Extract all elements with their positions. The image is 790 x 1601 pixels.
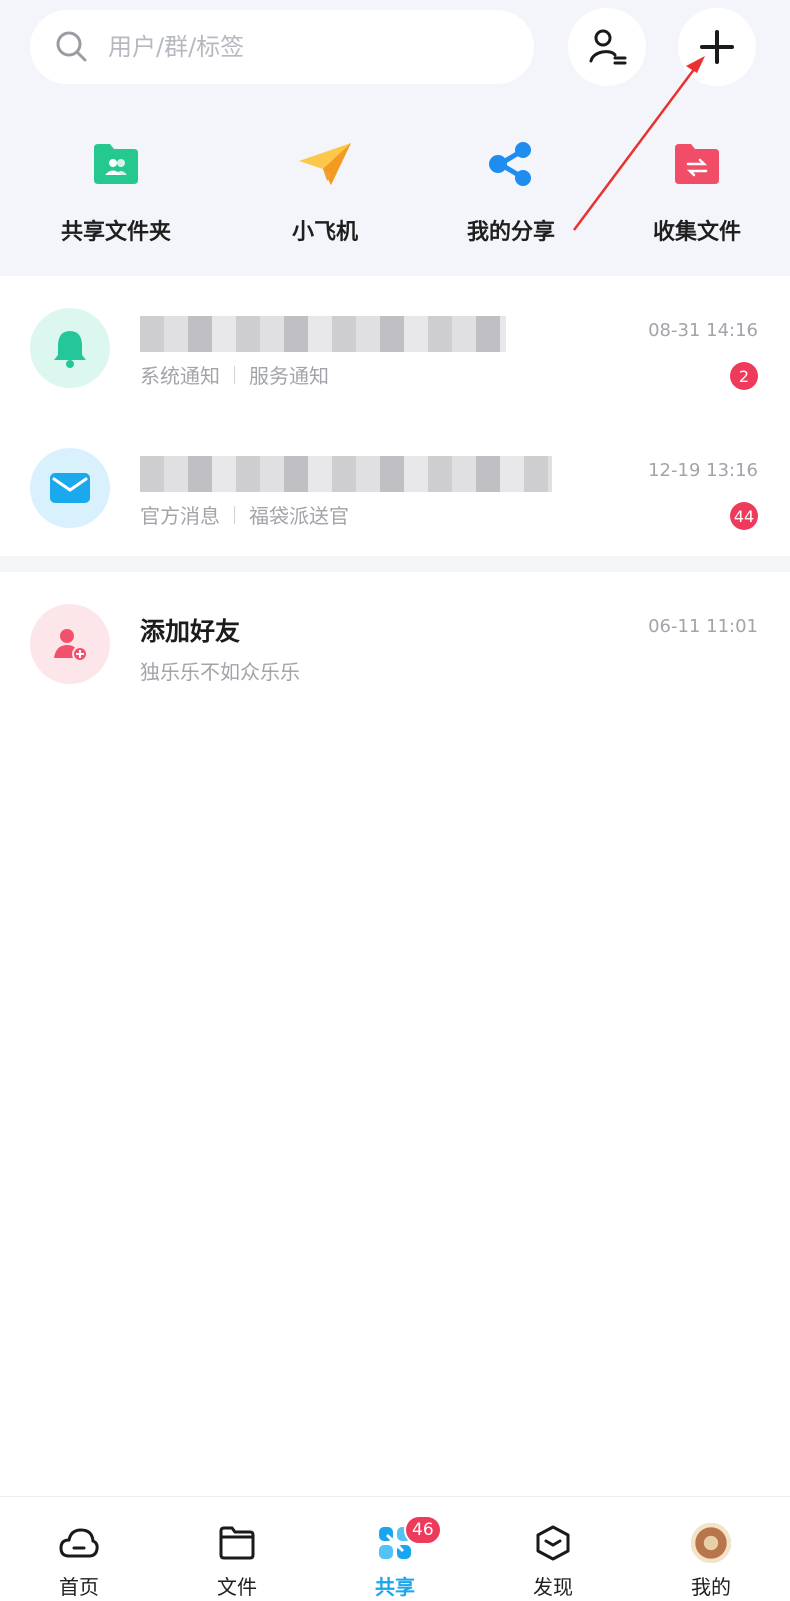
message-subtitle: 官方消息 福袋派送官 xyxy=(140,500,349,529)
bell-icon xyxy=(30,308,110,388)
nav-badge: 46 xyxy=(404,1515,442,1545)
quick-action-label: 小飞机 xyxy=(291,220,358,245)
nav-label: 文件 xyxy=(217,1575,257,1599)
message-time: 06-11 11:01 xyxy=(648,616,758,637)
top-area: 共享文件夹 小飞机 我的分享 xyxy=(0,0,790,276)
message-category: 系统通知 xyxy=(140,364,220,388)
message-title: 添加好友 xyxy=(140,617,241,646)
message-item-official[interactable]: 官方消息 福袋派送官 12-19 13:16 44 xyxy=(0,416,790,556)
divider xyxy=(234,505,235,524)
message-list: 系统通知 服务通知 08-31 14:16 2 官方消息 福袋派送官 12-19… xyxy=(0,276,790,712)
search-input[interactable] xyxy=(106,32,490,62)
search-bar[interactable] xyxy=(30,10,534,84)
unread-badge: 44 xyxy=(730,502,758,530)
message-sender: 福袋派送官 xyxy=(249,504,349,528)
add-friend-icon xyxy=(30,604,110,684)
add-button[interactable] xyxy=(678,8,756,86)
share-icon xyxy=(481,134,541,194)
section-divider xyxy=(0,556,790,572)
quick-action-collect-files[interactable]: 收集文件 xyxy=(604,134,790,254)
quick-action-paper-plane[interactable]: 小飞机 xyxy=(232,134,418,254)
avatar xyxy=(691,1523,731,1563)
mail-icon xyxy=(30,448,110,528)
quick-action-shared-folder[interactable]: 共享文件夹 xyxy=(0,134,232,254)
blurred-title xyxy=(140,316,506,352)
nav-label: 首页 xyxy=(59,1575,99,1599)
discover-box-icon xyxy=(533,1523,573,1563)
nav-item-files[interactable]: 文件 xyxy=(158,1497,316,1601)
user-avatar xyxy=(691,1523,731,1563)
quick-action-label: 共享文件夹 xyxy=(60,220,171,245)
nav-label: 我的 xyxy=(691,1575,731,1599)
message-sender: 服务通知 xyxy=(249,364,329,388)
message-time: 12-19 13:16 xyxy=(648,460,758,481)
quick-action-label: 我的分享 xyxy=(466,220,555,245)
plus-icon xyxy=(700,30,734,64)
quick-action-my-share[interactable]: 我的分享 xyxy=(418,134,604,254)
nav-label: 发现 xyxy=(533,1575,573,1599)
divider xyxy=(234,365,235,384)
message-item-add-friend[interactable]: 添加好友 独乐乐不如众乐乐 06-11 11:01 xyxy=(0,572,790,712)
quick-action-label: 收集文件 xyxy=(652,220,741,245)
message-time: 08-31 14:16 xyxy=(648,320,758,341)
message-category: 官方消息 xyxy=(140,504,220,528)
blurred-title xyxy=(140,456,552,492)
contacts-list-icon xyxy=(589,29,627,65)
message-item-system[interactable]: 系统通知 服务通知 08-31 14:16 2 xyxy=(0,276,790,416)
quick-actions: 共享文件夹 小飞机 我的分享 收集文件 xyxy=(0,134,790,254)
nav-item-home[interactable]: 首页 xyxy=(0,1497,158,1601)
paper-plane-icon xyxy=(295,134,355,194)
search-icon xyxy=(56,31,87,62)
nav-item-me[interactable]: 我的 xyxy=(632,1497,790,1601)
message-subtitle: 系统通知 服务通知 xyxy=(140,360,329,389)
nav-item-discover[interactable]: 发现 xyxy=(474,1497,632,1601)
message-subtitle: 独乐乐不如众乐乐 xyxy=(140,660,300,684)
shared-folder-icon xyxy=(86,134,146,194)
contacts-button[interactable] xyxy=(568,8,646,86)
collect-folder-icon xyxy=(667,134,727,194)
cloud-icon xyxy=(59,1523,99,1563)
nav-label: 共享 xyxy=(375,1575,415,1599)
unread-badge: 2 xyxy=(730,362,758,390)
folder-icon xyxy=(217,1523,257,1563)
bottom-nav: 首页 文件 46 共享 发现 我的 xyxy=(0,1496,790,1601)
nav-item-share[interactable]: 46 共享 xyxy=(316,1497,474,1601)
